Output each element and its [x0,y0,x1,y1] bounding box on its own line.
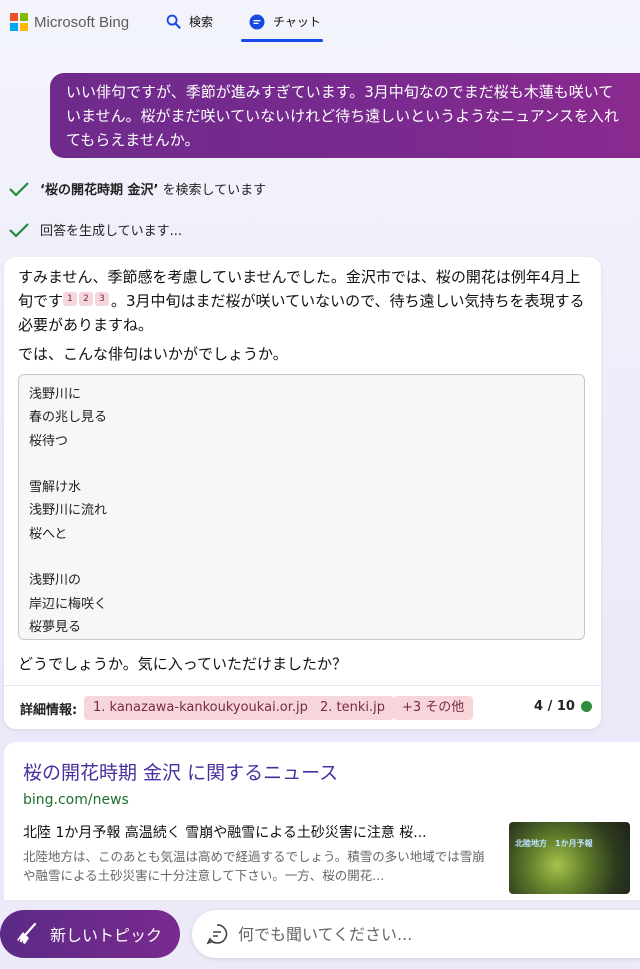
poem-line [29,453,584,476]
news-snippet: 北陸地方は、このあとも気温は高めで経過するでしょう。積雪の多い地域では雪崩や融雪… [23,849,485,883]
search-status: ‘桜の開花時期 金沢’ を検索しています [8,179,266,198]
poem-line: 桜へと [29,526,68,542]
chat-icon [249,14,265,29]
source-link-1[interactable]: 1. kanazawa-kankoukyoukai.or.jp [84,696,317,720]
poem-line: 浅野川に流れ [29,503,108,519]
chat-input[interactable] [238,924,608,944]
answer-divider [4,685,601,686]
logo-text: Microsoft Bing [34,13,130,31]
tab-search[interactable]: 検索 [166,13,213,30]
citation-3[interactable]: 3 [95,292,110,306]
more-sources-link[interactable]: +3 その他 [393,696,474,720]
bot-answer-card: すみません、季節感を考慮していませんでした。金沢市では、桜の開花は例年4月上旬で… [4,257,601,729]
status-dot-icon [580,701,592,712]
haiku-block: 浅野川に 春の兆し見る 桜待つ 雪解け水 浅野川に流れ 桜へと 浅野川の 岸辺に… [18,374,585,640]
citation-2[interactable]: 2 [79,292,94,306]
poem-line [29,546,584,569]
poem-line: 春の兆し見る [29,410,108,426]
checkmark-icon [9,181,29,197]
news-title-link[interactable]: 桜の開花時期 金沢 に関するニュース [23,758,338,785]
news-card: 桜の開花時期 金沢 に関するニュース bing.com/news 北陸 1か月予… [4,742,640,902]
poem-line: 浅野川に [29,387,82,402]
generating-status-text: 回答を生成しています... [40,224,183,239]
news-source-url[interactable]: bing.com/news [23,792,129,808]
citation-1[interactable]: 1 [63,292,78,306]
poem-line: 岸辺に梅咲く [29,596,108,612]
new-topic-label: 新しいトピック [50,926,163,945]
generating-status: 回答を生成しています... [8,220,182,239]
input-bar: 新しいトピック [0,900,640,969]
top-navigation: Microsoft Bing 検索 チャット [0,0,640,46]
poem-line: 桜夢見る [29,619,82,635]
new-topic-button[interactable]: 新しいトピック [0,910,180,958]
source-link-2[interactable]: 2. tenki.jp [311,696,395,720]
search-query: ‘桜の開花時期 金沢’ [40,183,159,198]
answer-closing: どうでしょうか。気に入っていただけましたか？ [18,655,347,673]
poem-line: 浅野川の [29,573,82,589]
thumbnail-caption: 北陸地方 1か月予報 [515,839,593,848]
search-status-text: を検索しています [158,183,267,198]
search-icon [166,14,181,29]
answer-paragraph-1: すみません、季節感を考慮していませんでした。金沢市では、桜の開花は例年4月上旬で… [18,265,588,337]
tab-chat-label: チャット [273,15,321,29]
poem-line: 雪解け水 [29,480,82,496]
news-thumbnail[interactable]: 北陸地方 1か月予報 [509,822,630,894]
chat-bubble-icon [206,924,228,945]
tab-search-label: 検索 [189,15,214,29]
more-info-label: 詳細情報: [20,703,78,718]
answer-paragraph-2: では、こんな俳句はいかがでしょうか。 [18,345,288,363]
turn-counter: 4 / 10 [534,699,592,714]
user-message-text: いい俳句ですが、季節が進みすぎています。3月中旬なのでまだ桜も木蓮も咲いていませ… [66,83,619,149]
news-headline[interactable]: 北陸 1か月予報 高温続く 雪崩や融雪による土砂災害に注意 桜... [23,822,478,842]
turn-counter-text: 4 / 10 [534,699,575,714]
tab-chat[interactable]: チャット [249,13,321,30]
active-tab-indicator [241,39,323,42]
broom-icon [17,922,37,945]
user-message-bubble: いい俳句ですが、季節が進みすぎています。3月中旬なのでまだ桜も木蓮も咲いていませ… [50,73,640,158]
bing-logo[interactable]: Microsoft Bing [10,13,129,31]
microsoft-logo-icon [10,13,28,31]
poem-line: 桜待つ [29,433,69,449]
checkmark-icon [9,222,29,238]
chat-input-container[interactable] [192,910,640,958]
